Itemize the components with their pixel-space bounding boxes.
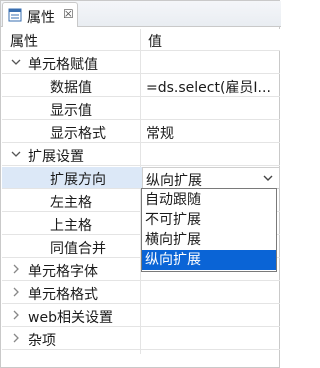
row-label: 杂项: [28, 333, 56, 349]
row-label: 左主格: [50, 195, 92, 211]
row-label: 单元格字体: [28, 264, 98, 280]
chevron-right-icon[interactable]: [11, 333, 21, 343]
table-header: 属性 值: [2, 29, 280, 51]
tab-properties[interactable]: 属性 ☒: [2, 2, 78, 27]
property-row-display-format[interactable]: 显示格式 常规: [2, 121, 280, 143]
chevron-down-icon[interactable]: [11, 149, 21, 159]
chevron-down-icon[interactable]: [263, 174, 273, 182]
tab-title: 属性: [27, 10, 55, 26]
header-value: 值: [148, 34, 162, 50]
row-label: 同值合并: [50, 241, 106, 257]
row-value[interactable]: =ds.select(雇员I...: [146, 77, 276, 97]
row-label: 单元格格式: [28, 287, 98, 303]
dropdown-option-selected[interactable]: 纵向扩展: [142, 250, 276, 270]
category-misc[interactable]: 杂项: [2, 328, 280, 350]
row-label: 显示格式: [50, 126, 106, 142]
expand-direction-dropdown: 自动跟随 不可扩展 横向扩展 纵向扩展: [141, 188, 277, 272]
view-tab-strip: 属性 ☒: [1, 1, 281, 27]
row-label: 数据值: [50, 80, 92, 96]
row-label: web相关设置: [28, 310, 113, 326]
category-web-settings[interactable]: web相关设置: [2, 305, 280, 327]
property-row-data-value[interactable]: 数据值 =ds.select(雇员I...: [2, 75, 280, 97]
category-expand-settings[interactable]: 扩展设置: [2, 144, 280, 166]
row-value[interactable]: 常规: [146, 123, 276, 143]
header-property: 属性: [10, 34, 38, 50]
chevron-right-icon[interactable]: [11, 264, 21, 274]
row-label: 扩展设置: [28, 149, 84, 165]
property-row-display-value[interactable]: 显示值: [2, 98, 280, 120]
chevron-right-icon[interactable]: [11, 310, 21, 320]
property-row-expand-direction[interactable]: 扩展方向 纵向扩展: [2, 167, 280, 189]
properties-view-icon: [8, 8, 22, 22]
chevron-down-icon[interactable]: [11, 57, 21, 67]
properties-view: 属性 ☒ 属性 值 单元格赋值 数据值 =ds.select(雇员I... 显示…: [0, 0, 281, 368]
category-cell-assignment[interactable]: 单元格赋值: [2, 52, 280, 74]
close-icon[interactable]: ☒: [63, 7, 74, 21]
row-label: 扩展方向: [50, 172, 106, 188]
row-label: 单元格赋值: [28, 57, 98, 73]
chevron-right-icon[interactable]: [11, 287, 21, 297]
dropdown-option[interactable]: 不可扩展: [142, 210, 276, 230]
row-label: 上主格: [50, 218, 92, 234]
expand-direction-select[interactable]: 纵向扩展: [142, 167, 280, 189]
select-value: 纵向扩展: [146, 173, 202, 189]
dropdown-option[interactable]: 横向扩展: [142, 230, 276, 250]
category-cell-format[interactable]: 单元格格式: [2, 282, 280, 304]
row-label: 显示值: [50, 103, 92, 119]
dropdown-option[interactable]: 自动跟随: [142, 190, 276, 210]
